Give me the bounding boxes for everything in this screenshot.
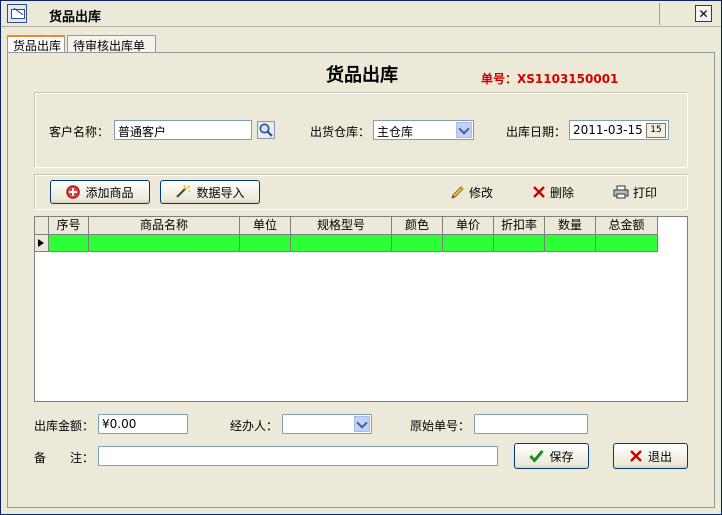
tab-label: 待审核出库单 xyxy=(73,39,146,53)
checkmark-icon xyxy=(529,450,545,463)
close-button[interactable]: ✕ xyxy=(695,5,712,22)
chevron-down-icon[interactable] xyxy=(354,416,370,432)
grid-header: 序号 商品名称 单位 规格型号 颜色 单价 折扣率 数量 总金额 xyxy=(35,217,658,235)
warehouse-label: 出货仓库： xyxy=(310,125,371,139)
amount-input[interactable]: ¥0.00 xyxy=(98,414,188,434)
calendar-button[interactable]: 15 xyxy=(646,123,666,138)
add-goods-button[interactable]: 添加商品 xyxy=(50,180,150,204)
edit-button[interactable]: 修改 xyxy=(450,182,493,202)
date-input[interactable]: 2011-03-15 15 xyxy=(569,120,669,140)
data-import-button[interactable]: 数据导入 xyxy=(160,180,260,204)
plus-icon xyxy=(66,185,81,199)
edit-label: 修改 xyxy=(469,185,494,200)
col-header-product-name[interactable]: 商品名称 xyxy=(89,217,240,235)
col-header-unit-price[interactable]: 单价 xyxy=(443,217,494,235)
row-indicator-icon xyxy=(35,235,49,252)
title-divider xyxy=(659,3,660,25)
col-header-discount[interactable]: 折扣率 xyxy=(494,217,545,235)
cell-quantity[interactable] xyxy=(545,235,596,252)
col-header-spec[interactable]: 规格型号 xyxy=(291,217,392,235)
original-no-input[interactable] xyxy=(474,414,588,434)
tab-pending-review[interactable]: 待审核出库单 xyxy=(67,35,156,53)
pencil-icon xyxy=(451,185,464,199)
cell-product-name[interactable] xyxy=(89,235,240,252)
save-label: 保存 xyxy=(549,449,574,464)
exit-label: 退出 xyxy=(647,449,672,464)
handler-select[interactable] xyxy=(282,414,372,434)
magic-wand-icon xyxy=(176,185,191,198)
cell-unit-price[interactable] xyxy=(443,235,494,252)
close-x-icon xyxy=(630,450,642,462)
delete-label: 删除 xyxy=(550,185,575,200)
title-bar[interactable]: 货品出库 ✕ xyxy=(1,1,721,27)
col-header-color[interactable]: 颜色 xyxy=(392,217,443,235)
cell-unit[interactable] xyxy=(240,235,291,252)
order-number-label: 单号： xyxy=(481,72,518,86)
cell-discount[interactable] xyxy=(494,235,545,252)
col-header-index[interactable]: 序号 xyxy=(49,217,89,235)
window-title: 货品出库 xyxy=(49,10,102,25)
remark-input[interactable] xyxy=(98,446,498,466)
cell-index[interactable] xyxy=(49,235,89,252)
printer-icon xyxy=(613,185,629,199)
save-button[interactable]: 保存 xyxy=(514,443,589,469)
app-icon xyxy=(7,4,27,23)
date-label: 出库日期： xyxy=(506,125,567,139)
customer-input[interactable]: 普通客户 xyxy=(114,120,252,140)
grid-corner xyxy=(35,217,49,235)
print-label: 打印 xyxy=(633,185,658,200)
col-header-unit[interactable]: 单位 xyxy=(240,217,291,235)
date-value: 2011-03-15 xyxy=(573,123,643,137)
delete-x-icon xyxy=(533,186,545,198)
cell-color[interactable] xyxy=(392,235,443,252)
add-goods-label: 添加商品 xyxy=(85,185,134,200)
table-row[interactable] xyxy=(35,235,658,252)
warehouse-select[interactable]: 主仓库 xyxy=(373,120,474,140)
cell-spec[interactable] xyxy=(291,235,392,252)
goods-grid[interactable]: 序号 商品名称 单位 规格型号 颜色 单价 折扣率 数量 总金额 xyxy=(34,216,688,402)
search-icon[interactable] xyxy=(257,121,275,139)
remark-label: 备 注： xyxy=(34,451,95,465)
close-icon: ✕ xyxy=(698,6,709,21)
col-header-total[interactable]: 总金额 xyxy=(596,217,658,235)
amount-label: 出库金额： xyxy=(34,419,95,433)
original-no-label: 原始单号： xyxy=(410,419,471,433)
delete-button[interactable]: 删除 xyxy=(532,182,574,202)
chevron-down-icon[interactable] xyxy=(456,122,472,138)
data-import-label: 数据导入 xyxy=(196,185,245,200)
col-header-quantity[interactable]: 数量 xyxy=(545,217,596,235)
cell-total[interactable] xyxy=(596,235,658,252)
window: 货品出库 ✕ 货品出库 待审核出库单 货品出库 单号：XS1103150001 … xyxy=(0,0,722,515)
tab-label: 货品出库 xyxy=(13,39,62,53)
print-button[interactable]: 打印 xyxy=(613,182,657,202)
handler-label: 经办人： xyxy=(230,419,279,433)
warehouse-value: 主仓库 xyxy=(377,125,414,139)
customer-label: 客户名称： xyxy=(49,125,110,139)
order-number-value: XS1103150001 xyxy=(517,72,619,86)
exit-button[interactable]: 退出 xyxy=(613,443,688,469)
order-number: 单号：XS1103150001 xyxy=(481,70,618,87)
